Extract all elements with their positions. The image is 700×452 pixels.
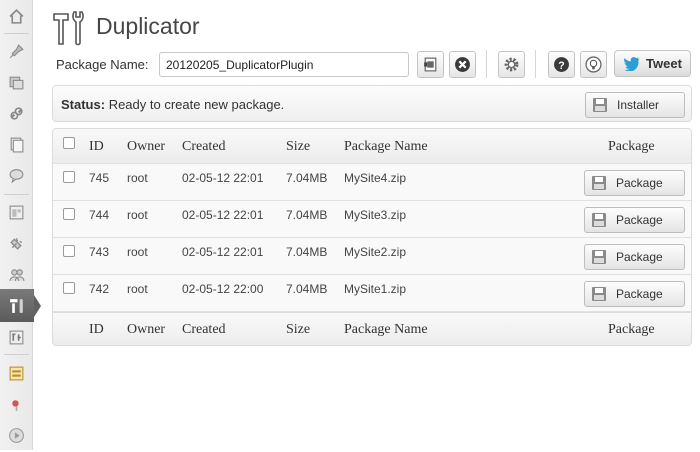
delete-icon xyxy=(455,57,470,72)
row-checkbox[interactable] xyxy=(63,282,75,294)
cell-id: 742 xyxy=(89,282,110,296)
package-button-label: Package xyxy=(616,250,663,264)
floppy-disk-icon xyxy=(592,213,606,227)
tools-icon[interactable] xyxy=(0,321,33,354)
settings-button[interactable] xyxy=(498,51,525,78)
twitter-bird-icon xyxy=(624,57,640,71)
users-icon[interactable] xyxy=(0,258,33,291)
column-footer-size: Size xyxy=(286,322,311,337)
package-button-label: Package xyxy=(616,213,663,227)
column-footer-owner: Owner xyxy=(127,322,166,337)
appearance-icon[interactable] xyxy=(0,196,33,229)
download-package-button[interactable]: Package xyxy=(584,281,685,307)
installer-label: Installer xyxy=(617,98,660,112)
cell-id: 743 xyxy=(89,245,110,259)
page-title: Duplicator xyxy=(96,13,200,39)
column-header-id[interactable]: ID xyxy=(89,139,104,155)
admin-sidebar xyxy=(0,0,41,452)
cell-owner: root xyxy=(127,171,148,185)
dashboard-icon[interactable] xyxy=(0,0,33,33)
duplicator-logo-icon xyxy=(52,10,86,46)
status-bar: Status: Ready to create new package. Ins… xyxy=(52,85,692,122)
status-label: Status: xyxy=(61,97,106,112)
cell-created: 02-05-12 22:01 xyxy=(182,171,264,185)
cell-package-name: MySite4.zip xyxy=(344,171,407,185)
cell-owner: root xyxy=(127,245,148,259)
column-header-created[interactable]: Created xyxy=(182,139,226,155)
cell-id: 744 xyxy=(89,208,110,222)
package-name-label: Package Name: xyxy=(56,57,149,72)
installer-button[interactable]: Installer xyxy=(585,92,685,118)
links-icon[interactable] xyxy=(0,97,33,130)
column-header-package-name[interactable]: Package Name xyxy=(344,139,428,155)
cell-created: 02-05-12 22:00 xyxy=(182,282,264,296)
plugins-icon[interactable] xyxy=(0,227,33,260)
toolbar-divider xyxy=(535,50,536,78)
svg-text:?: ? xyxy=(558,60,564,72)
cell-created: 02-05-12 22:01 xyxy=(182,208,264,222)
media-icon[interactable] xyxy=(0,66,33,99)
table-row: 743 root 02-05-12 22:01 7.04MB MySite2.z… xyxy=(53,238,691,275)
toolbar-divider xyxy=(486,50,487,78)
floppy-disk-icon xyxy=(592,287,606,301)
column-footer-id: ID xyxy=(89,322,104,337)
cell-size: 7.04MB xyxy=(286,171,328,185)
duplicator-tools-icon[interactable] xyxy=(0,289,41,322)
download-package-button[interactable]: Package xyxy=(584,244,685,270)
column-header-package: Package xyxy=(608,139,655,154)
column-header-owner[interactable]: Owner xyxy=(127,139,165,155)
cell-owner: root xyxy=(127,282,148,296)
column-header-size[interactable]: Size xyxy=(286,139,310,155)
download-package-button[interactable]: Package xyxy=(584,207,685,233)
status-message: Ready to create new package. xyxy=(108,97,285,112)
table-header-row: ID Owner Created Size Package Name Packa… xyxy=(53,129,691,164)
packages-table: ID Owner Created Size Package Name Packa… xyxy=(52,128,692,346)
play-icon[interactable] xyxy=(0,419,33,452)
table-row: 742 root 02-05-12 22:00 7.04MB MySite1.z… xyxy=(53,275,691,312)
settings-gear-icon xyxy=(504,57,519,72)
idea-button[interactable] xyxy=(580,51,607,78)
floppy-disk-icon xyxy=(592,176,606,190)
posts-pin-icon[interactable] xyxy=(0,35,33,68)
package-name-input[interactable] xyxy=(159,52,409,77)
create-package-button[interactable] xyxy=(417,51,444,78)
row-checkbox[interactable] xyxy=(63,245,75,257)
cell-size: 7.04MB xyxy=(286,245,328,259)
floppy-disk-icon xyxy=(592,250,606,264)
tweet-label: Tweet xyxy=(646,56,682,71)
package-button-label: Package xyxy=(616,287,663,301)
comments-icon[interactable] xyxy=(0,159,33,192)
table-row: 744 root 02-05-12 22:01 7.04MB MySite3.z… xyxy=(53,201,691,238)
create-package-icon xyxy=(424,57,437,72)
package-button-label: Package xyxy=(616,176,663,190)
column-footer-created: Created xyxy=(182,322,226,337)
download-package-button[interactable]: Package xyxy=(584,170,685,196)
row-checkbox[interactable] xyxy=(63,208,75,220)
status-text: Status: Ready to create new package. xyxy=(61,97,284,112)
column-footer-package-name: Package Name xyxy=(344,322,428,337)
table-footer-row: ID Owner Created Size Package Name Packa… xyxy=(53,312,691,345)
help-button[interactable]: ? xyxy=(548,51,575,78)
cell-size: 7.04MB xyxy=(286,208,328,222)
cell-size: 7.04MB xyxy=(286,282,328,296)
cell-package-name: MySite2.zip xyxy=(344,245,407,259)
table-row: 745 root 02-05-12 22:01 7.04MB MySite4.z… xyxy=(53,164,691,201)
cell-owner: root xyxy=(127,208,148,222)
cell-created: 02-05-12 22:01 xyxy=(182,245,264,259)
bulb-icon xyxy=(585,56,602,73)
tweet-button[interactable]: Tweet xyxy=(614,50,691,77)
select-all-checkbox[interactable] xyxy=(63,137,75,149)
pages-icon[interactable] xyxy=(0,128,33,161)
settings-icon[interactable] xyxy=(0,357,33,390)
flag-icon[interactable] xyxy=(0,388,33,421)
column-footer-package: Package xyxy=(608,322,655,337)
cell-package-name: MySite3.zip xyxy=(344,208,407,222)
row-checkbox[interactable] xyxy=(63,171,75,183)
cell-id: 745 xyxy=(89,171,110,185)
cell-package-name: MySite1.zip xyxy=(344,282,407,296)
help-icon: ? xyxy=(554,57,569,72)
delete-button[interactable] xyxy=(449,51,476,78)
floppy-disk-icon xyxy=(593,98,607,112)
